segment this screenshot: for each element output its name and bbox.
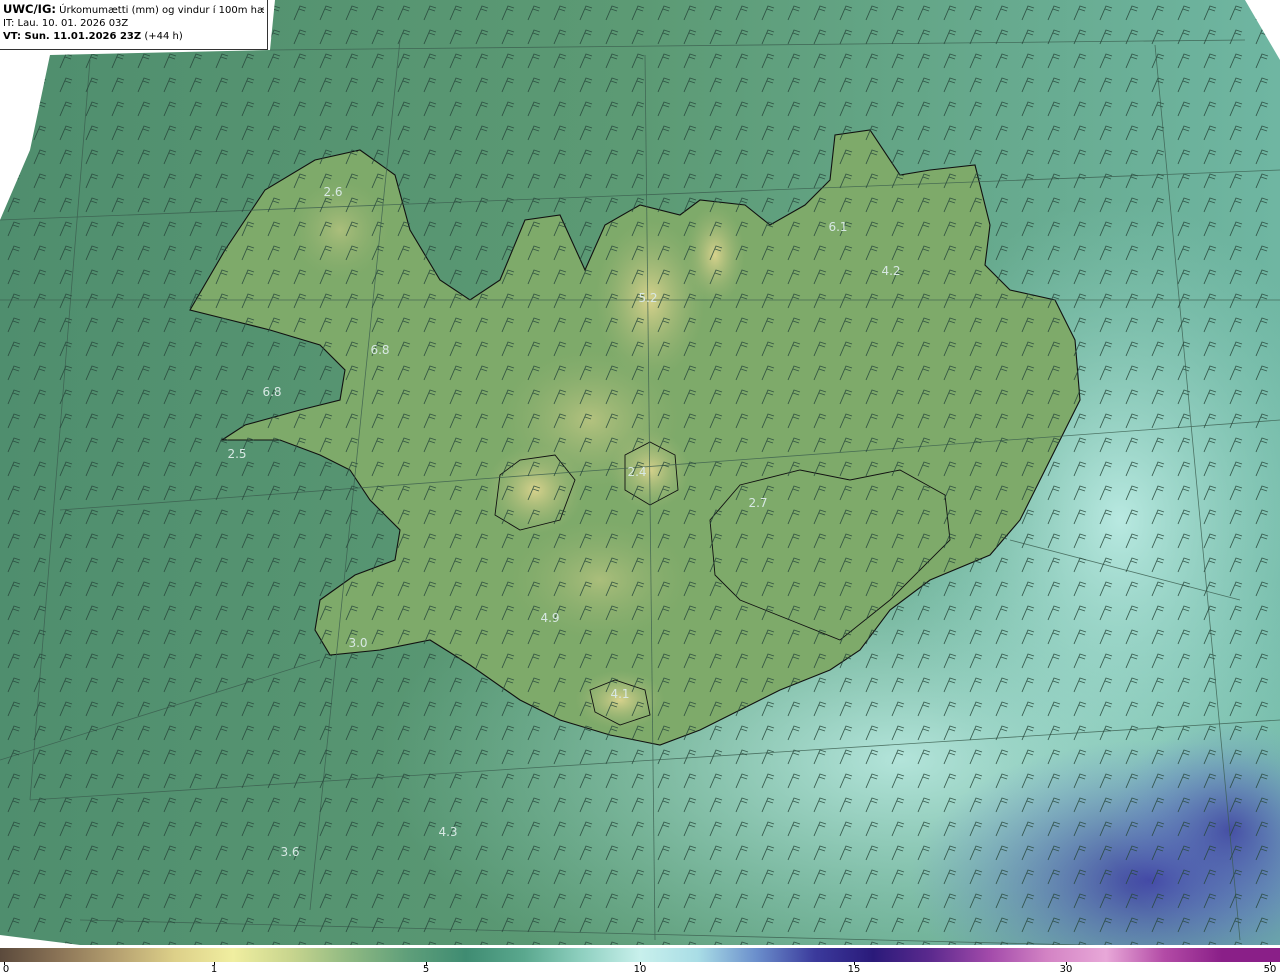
precip-value-label: 4.2 [881,264,900,278]
colorbar-segment [290,948,350,962]
colorbar-segment [581,948,641,962]
colorbar-segment [1105,948,1164,962]
colorbar-segment [407,948,466,962]
precip-value-label: 4.1 [610,687,629,701]
colorbar-segment [1047,948,1106,962]
colorbar-segment [1163,948,1222,962]
colorbar-tick-label: 5 [422,964,430,975]
precipitation-wind-map: 2.6 6.8 6.8 2.5 5.2 6.1 4.2 2.7 2.4 4.9 3.0 4.1 4.3 3… [0,0,1280,960]
precip-value-label: 5.2 [638,291,657,305]
precip-value-label: 2.6 [323,185,342,199]
colorbar-segment [465,948,524,962]
colorbar-segment [1221,948,1280,962]
colorbar-segment [640,948,699,962]
precip-value-label: 6.8 [262,385,281,399]
colorbar-segment [872,948,931,962]
forecast-viewer: 2.6 6.8 6.8 2.5 5.2 6.1 4.2 2.7 2.4 4.9 3.0 4.1 4.3 3… [0,0,1280,978]
colorbar-segment [814,948,873,962]
colorbar-segment [989,948,1048,962]
forecast-header: UWC/IG: Úrkomumætti (mm) og vindur í 100… [0,0,268,50]
precipitation-colorbar: 0 1 5 10 15 30 50 [0,948,1280,978]
valid-time-line: VT: Sun. 11.01.2026 23Z (+44 h) [3,30,264,43]
colorbar-segment [0,948,59,962]
colorbar-tick-label: 0 [2,964,10,975]
colorbar-segment [116,948,175,962]
colorbar-segment [523,948,582,962]
valid-time: VT: Sun. 11.01.2026 23Z [3,31,142,42]
colorbar-segment [756,948,815,962]
colorbar-segment [349,948,408,962]
colorbar-segment [174,948,233,962]
precip-value-label: 2.7 [748,496,767,510]
precip-value-label: 6.1 [828,220,847,234]
colorbar-segment [232,948,291,962]
colorbar-tick-label: 15 [847,964,861,975]
initial-time: IT: Lau. 10. 01. 2026 03Z [3,18,129,29]
precip-value-label: 3.6 [280,845,299,859]
colorbar-segment [58,948,117,962]
colorbar-tick-label: 1 [210,964,218,975]
lead-time: (+44 h) [144,31,183,42]
colorbar-tick-label: 10 [633,964,647,975]
precip-value-label: 3.0 [348,636,367,650]
precip-value-label: 6.8 [370,343,389,357]
product-title: Úrkomumætti (mm) og vindur í 100m hæð [59,5,264,16]
colorbar-segment [698,948,757,962]
colorbar-tick-label: 30 [1059,964,1073,975]
precip-value-label: 4.9 [540,611,559,625]
colorbar-tick-label: 50 [1263,964,1277,975]
model-prefix: UWC/IG: [3,3,56,16]
colorbar-segment [931,948,990,962]
precip-value-label: 4.3 [438,825,457,839]
precip-value-label: 2.4 [627,465,646,479]
colorbar-strip [0,948,1280,962]
precip-value-label: 2.5 [227,447,246,461]
title-line: UWC/IG: Úrkomumætti (mm) og vindur í 100… [3,3,264,17]
